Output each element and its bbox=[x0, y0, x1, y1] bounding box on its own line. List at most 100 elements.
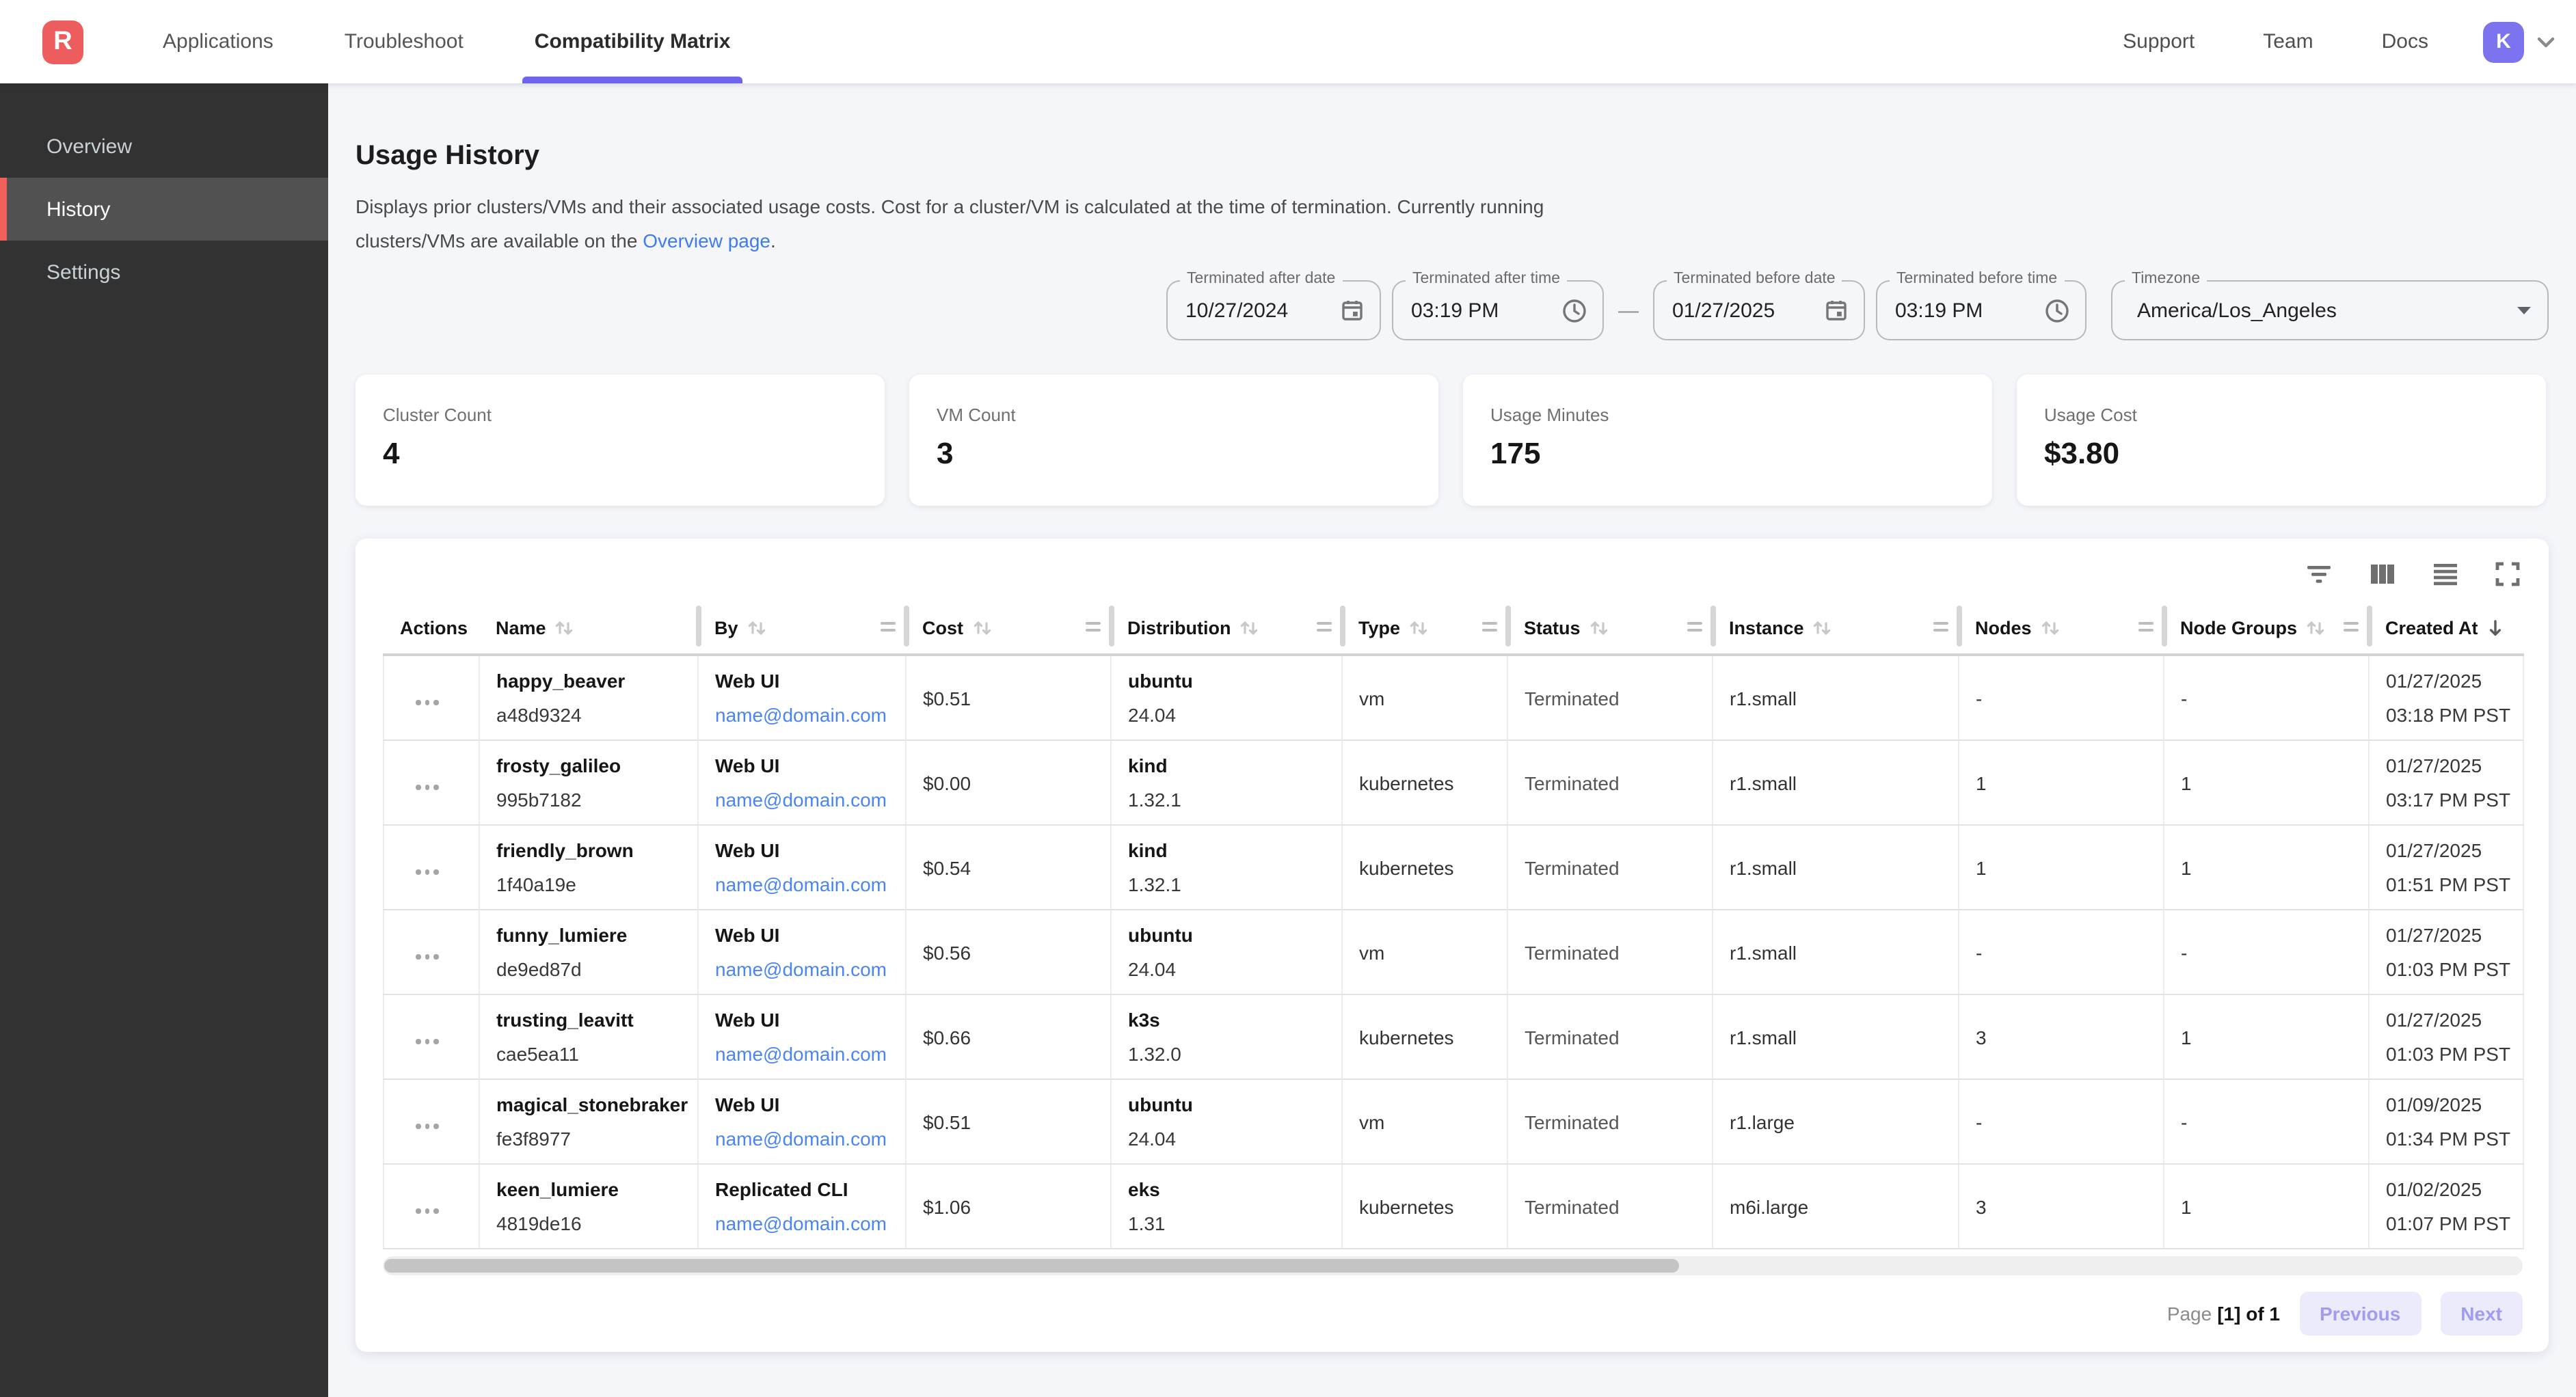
fullscreen-icon[interactable] bbox=[2493, 559, 2523, 589]
created-at-cell: 01/27/202501:03 PM PST bbox=[2369, 910, 2523, 994]
next-page-button[interactable]: Next bbox=[2440, 1292, 2523, 1335]
more-options-icon[interactable] bbox=[414, 1026, 440, 1048]
field-value[interactable]: 03:19 PM bbox=[1877, 299, 2044, 322]
clock-icon[interactable] bbox=[2044, 297, 2070, 323]
row-actions-cell[interactable] bbox=[384, 655, 479, 740]
more-options-icon[interactable] bbox=[414, 687, 440, 709]
instance-cell: r1.small bbox=[1713, 655, 1959, 740]
stat-value: 4 bbox=[383, 436, 857, 472]
sidebar-item-settings[interactable]: Settings bbox=[0, 241, 328, 303]
email-link[interactable]: name@domain.com bbox=[715, 1122, 897, 1156]
field-value[interactable]: 10/27/2024 bbox=[1168, 299, 1340, 322]
field-value[interactable]: 03:19 PM bbox=[1393, 299, 1561, 322]
column-header-node-groups[interactable]: Node Groups bbox=[2164, 601, 2369, 655]
nav-tab-troubleshoot[interactable]: Troubleshoot bbox=[345, 0, 464, 83]
created-time: 03:17 PM PST bbox=[2386, 783, 2514, 817]
more-options-icon[interactable] bbox=[414, 941, 440, 963]
nav-tab-applications[interactable]: Applications bbox=[163, 0, 273, 83]
type-cell: kubernetes bbox=[1342, 740, 1507, 825]
node-groups-cell: - bbox=[2164, 910, 2369, 994]
calendar-icon[interactable] bbox=[1824, 298, 1849, 323]
sidebar-item-history[interactable]: History bbox=[0, 178, 328, 241]
user-avatar[interactable]: K bbox=[2483, 21, 2524, 62]
column-header-name[interactable]: Name bbox=[479, 601, 698, 655]
nodes-cell: - bbox=[1959, 655, 2164, 740]
terminated-before-time-field[interactable]: Terminated before time 03:19 PM bbox=[1876, 280, 2087, 340]
nav-link-docs[interactable]: Docs bbox=[2382, 30, 2428, 53]
cluster-name: frosty_galileo bbox=[496, 748, 689, 783]
column-header-created-at[interactable]: Created At bbox=[2369, 601, 2523, 655]
status-cell: Terminated bbox=[1507, 655, 1713, 740]
cost-cell: $0.56 bbox=[906, 910, 1111, 994]
drag-handle-icon[interactable] bbox=[1316, 622, 1331, 636]
column-header-instance[interactable]: Instance bbox=[1713, 601, 1959, 655]
row-actions-cell[interactable] bbox=[384, 994, 479, 1079]
column-header-nodes[interactable]: Nodes bbox=[1959, 601, 2164, 655]
email-link[interactable]: name@domain.com bbox=[715, 1037, 897, 1071]
row-actions-cell[interactable] bbox=[384, 1164, 479, 1249]
email-link[interactable]: name@domain.com bbox=[715, 783, 897, 817]
drag-handle-icon[interactable] bbox=[1687, 622, 1702, 636]
by-cell: Web UIname@domain.com bbox=[698, 1079, 906, 1164]
stat-label: Usage Minutes bbox=[1490, 405, 1965, 425]
row-actions-cell[interactable] bbox=[384, 740, 479, 825]
nodes-cell: 3 bbox=[1959, 1164, 2164, 1249]
row-actions-cell[interactable] bbox=[384, 1079, 479, 1164]
more-options-icon[interactable] bbox=[414, 1195, 440, 1217]
column-header-distribution[interactable]: Distribution bbox=[1111, 601, 1342, 655]
terminated-after-date-field[interactable]: Terminated after date 10/27/2024 bbox=[1166, 280, 1381, 340]
pagination: Page[1] of 1 Previous Next bbox=[383, 1292, 2523, 1335]
previous-page-button[interactable]: Previous bbox=[2299, 1292, 2421, 1335]
timezone-select[interactable]: Timezone America/Los_Angeles bbox=[2111, 280, 2549, 340]
instance-cell: r1.small bbox=[1713, 910, 1959, 994]
drag-handle-icon[interactable] bbox=[1933, 622, 1948, 636]
email-link[interactable]: name@domain.com bbox=[715, 1206, 897, 1240]
drag-handle-icon[interactable] bbox=[2138, 622, 2153, 636]
field-value[interactable]: America/Los_Angeles bbox=[2112, 299, 2516, 322]
field-value[interactable]: 01/27/2025 bbox=[1654, 299, 1824, 322]
node-groups-cell: 1 bbox=[2164, 825, 2369, 910]
show-hide-columns-icon[interactable] bbox=[2367, 559, 2397, 589]
created-date: 01/27/2025 bbox=[2386, 664, 2514, 698]
field-label: Terminated after time bbox=[1406, 271, 1567, 287]
type-cell: kubernetes bbox=[1342, 825, 1507, 910]
calendar-icon[interactable] bbox=[1340, 298, 1365, 323]
drag-handle-icon[interactable] bbox=[2343, 622, 2358, 636]
row-density-icon[interactable] bbox=[2430, 559, 2460, 589]
row-actions-cell[interactable] bbox=[384, 825, 479, 910]
terminated-before-date-field[interactable]: Terminated before date 01/27/2025 bbox=[1653, 280, 1865, 340]
nav-link-support[interactable]: Support bbox=[2123, 30, 2195, 53]
sidebar-item-overview[interactable]: Overview bbox=[0, 115, 328, 178]
row-actions-cell[interactable] bbox=[384, 910, 479, 994]
column-header-status[interactable]: Status bbox=[1507, 601, 1713, 655]
created-date: 01/27/2025 bbox=[2386, 918, 2514, 952]
dropdown-arrow-icon[interactable] bbox=[2516, 305, 2532, 316]
drag-handle-icon[interactable] bbox=[880, 622, 895, 636]
nav-tab-compatibility-matrix[interactable]: Compatibility Matrix bbox=[535, 0, 731, 83]
filter-icon[interactable] bbox=[2304, 559, 2334, 589]
description-line-1: Displays prior clusters/VMs and their as… bbox=[355, 190, 2549, 224]
column-header-by[interactable]: By bbox=[698, 601, 906, 655]
column-header-cost[interactable]: Cost bbox=[906, 601, 1111, 655]
chevron-down-icon[interactable] bbox=[2535, 31, 2557, 53]
email-link[interactable]: name@domain.com bbox=[715, 867, 897, 901]
horizontal-scrollbar[interactable] bbox=[383, 1256, 2523, 1275]
column-header-type[interactable]: Type bbox=[1342, 601, 1507, 655]
more-options-icon[interactable] bbox=[414, 856, 440, 878]
scrollbar-thumb[interactable] bbox=[384, 1259, 1679, 1273]
replicated-logo-icon[interactable]: R bbox=[42, 20, 83, 64]
email-link[interactable]: name@domain.com bbox=[715, 952, 897, 986]
created-by: Web UI bbox=[715, 1003, 897, 1037]
more-options-icon[interactable] bbox=[414, 1111, 440, 1132]
sort-icon bbox=[2305, 617, 2326, 638]
nav-link-team[interactable]: Team bbox=[2263, 30, 2313, 53]
terminated-after-time-field[interactable]: Terminated after time 03:19 PM bbox=[1392, 280, 1604, 340]
type-cell: vm bbox=[1342, 655, 1507, 740]
drag-handle-icon[interactable] bbox=[1481, 622, 1497, 636]
overview-page-link[interactable]: Overview page bbox=[643, 230, 770, 252]
cluster-id: 4819de16 bbox=[496, 1206, 689, 1240]
clock-icon[interactable] bbox=[1561, 297, 1587, 323]
email-link[interactable]: name@domain.com bbox=[715, 698, 897, 732]
more-options-icon[interactable] bbox=[414, 772, 440, 794]
drag-handle-icon[interactable] bbox=[1085, 622, 1100, 636]
